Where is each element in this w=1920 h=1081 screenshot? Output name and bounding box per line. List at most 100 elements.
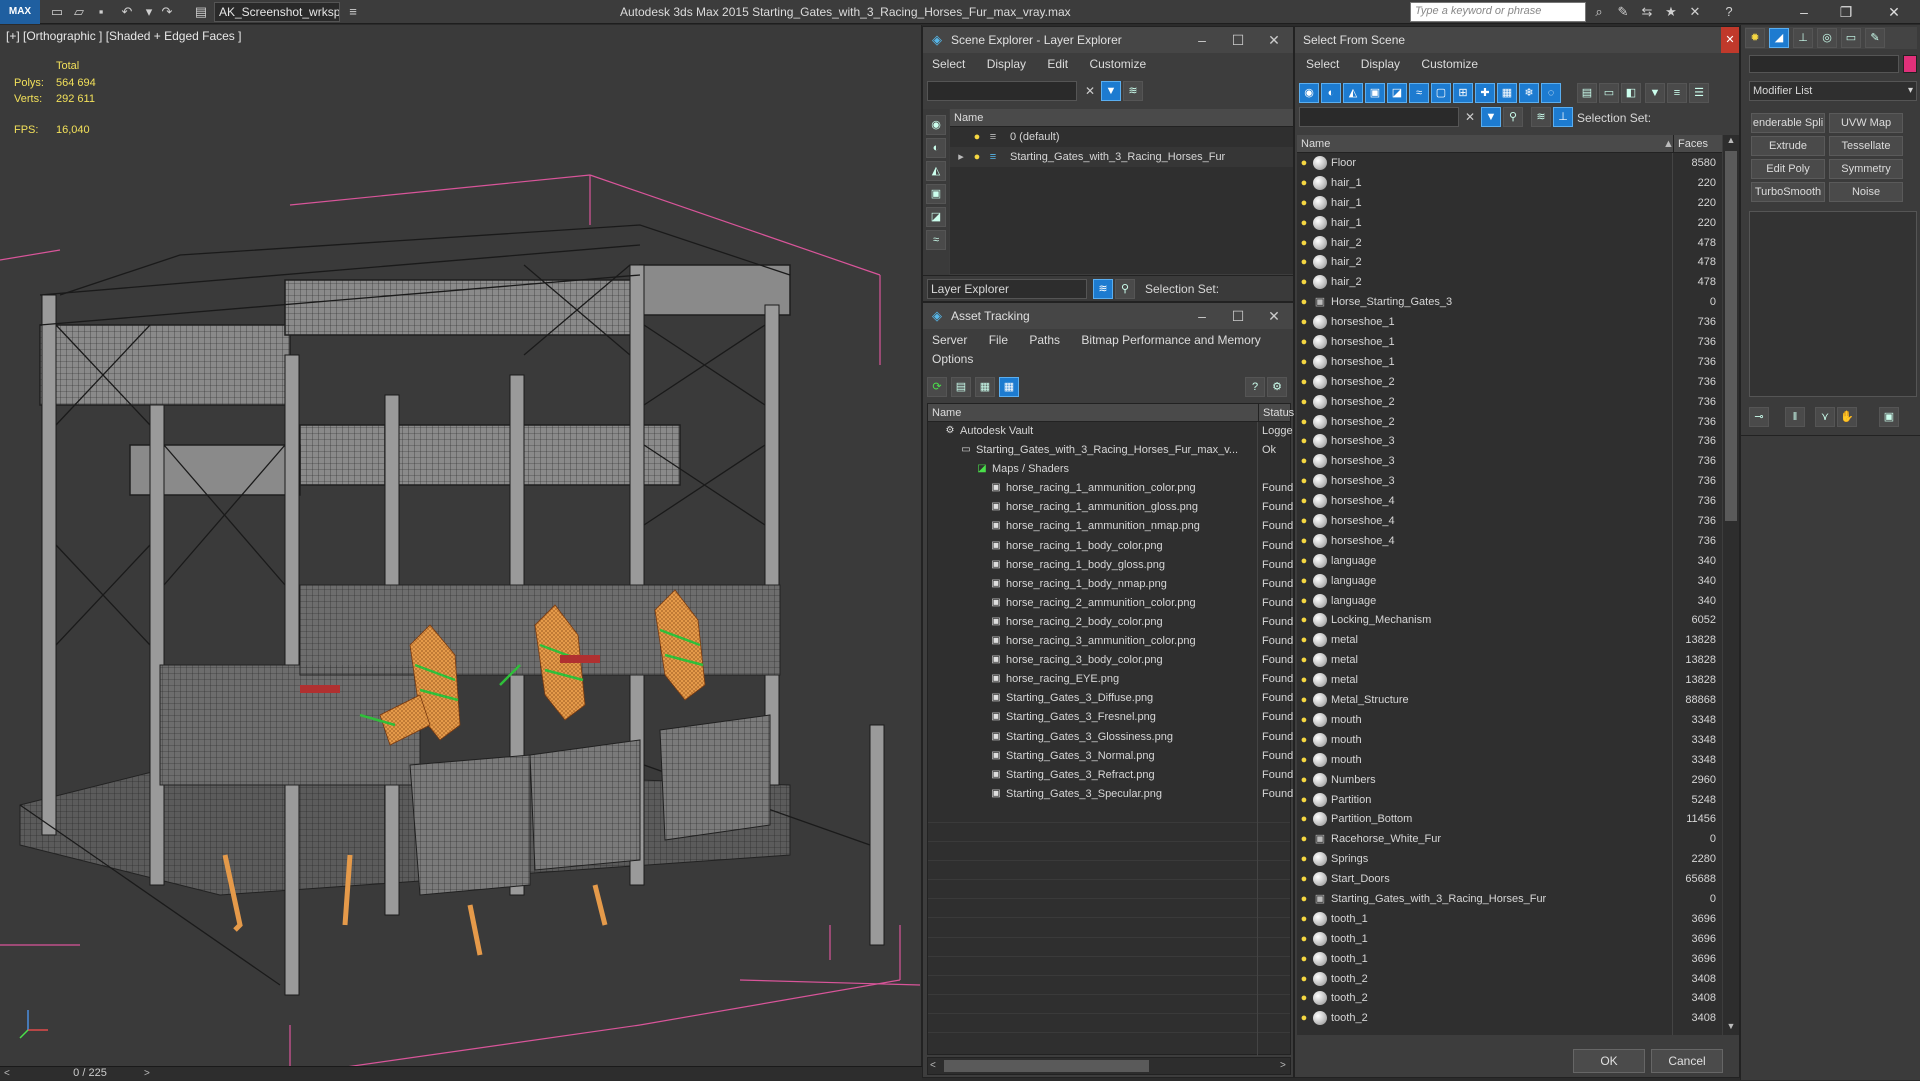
viewport-orthographic[interactable]: [+] [Orthographic ] [Shaded + Edged Face… bbox=[0, 25, 922, 1066]
light-bulb-icon[interactable]: ● bbox=[1299, 255, 1309, 269]
asset-name-column-header[interactable]: Name bbox=[932, 404, 961, 422]
refresh-icon[interactable]: ⟳ bbox=[927, 377, 947, 397]
object-row[interactable]: ● Partition 5248 bbox=[1297, 790, 1722, 810]
object-row[interactable]: ● horseshoe_2 736 bbox=[1297, 372, 1722, 392]
light-bulb-icon[interactable]: ● bbox=[1299, 852, 1309, 866]
asset-row[interactable]: ▣ horse_racing_3_ammunition_color.png Foun… bbox=[928, 632, 1293, 651]
light-bulb-icon[interactable]: ● bbox=[1299, 991, 1309, 1005]
object-row[interactable]: ● horseshoe_2 736 bbox=[1297, 392, 1722, 412]
light-bulb-icon[interactable]: ● bbox=[1299, 534, 1309, 548]
menu-select[interactable]: Select bbox=[1297, 57, 1348, 71]
object-row[interactable]: ● language 340 bbox=[1297, 551, 1722, 571]
scroll-up-icon[interactable]: ▲ bbox=[1723, 135, 1739, 149]
object-row[interactable]: ● metal 13828 bbox=[1297, 650, 1722, 670]
object-row[interactable]: ● tooth_1 3696 bbox=[1297, 909, 1722, 929]
object-row[interactable]: ● Springs 2280 bbox=[1297, 849, 1722, 869]
light-bulb-icon[interactable]: ● bbox=[1299, 812, 1309, 826]
modifier-noise-button[interactable]: Noise bbox=[1829, 182, 1903, 202]
layer-name-column-header[interactable]: Name bbox=[950, 109, 1293, 127]
light-bulb-icon[interactable]: ● bbox=[1299, 415, 1309, 429]
display-cameras-icon[interactable]: ▣ bbox=[926, 184, 946, 204]
menu-display[interactable]: Display bbox=[1352, 57, 1409, 71]
light-bulb-icon[interactable]: ● bbox=[1299, 713, 1309, 727]
create-tab-icon[interactable]: ✹ bbox=[1745, 28, 1765, 48]
menu-select[interactable]: Select bbox=[923, 57, 974, 71]
object-row[interactable]: ● tooth_1 3696 bbox=[1297, 929, 1722, 949]
display-spacewarps-icon[interactable]: ≈ bbox=[1409, 83, 1429, 103]
cancel-button[interactable]: Cancel bbox=[1651, 1049, 1723, 1073]
menu-options[interactable]: Options bbox=[923, 352, 982, 366]
maximize-icon[interactable]: ☐ bbox=[1221, 27, 1255, 53]
asset-row[interactable]: ▣ horse_racing_1_body_color.png Found bbox=[928, 537, 1293, 556]
asset-row[interactable]: ⚙ Autodesk Vault Logge bbox=[928, 422, 1293, 441]
keyword-search-input[interactable]: Type a keyword or phrase bbox=[1410, 2, 1586, 22]
workspace-menu-icon[interactable]: ≡ bbox=[344, 3, 362, 21]
light-bulb-icon[interactable]: ● bbox=[1299, 872, 1309, 886]
asset-row[interactable]: ▣ Starting_Gates_3_Diffuse.png Found bbox=[928, 689, 1293, 708]
display-invert-icon[interactable]: ◧ bbox=[1621, 83, 1641, 103]
asset-row[interactable]: ▣ Starting_Gates_3_Glossiness.png Found bbox=[928, 728, 1293, 747]
light-bulb-icon[interactable]: ● bbox=[1299, 574, 1309, 588]
display-bones-icon[interactable]: ✚ bbox=[1475, 83, 1495, 103]
clear-search-icon[interactable]: ✕ bbox=[1081, 81, 1099, 101]
object-row[interactable]: ● hair_1 220 bbox=[1297, 193, 1722, 213]
modifier-stack[interactable] bbox=[1749, 211, 1917, 397]
filter-toggle-icon[interactable]: ▼ bbox=[1481, 107, 1501, 127]
object-row[interactable]: ● Start_Doors 65688 bbox=[1297, 869, 1722, 889]
maximize-icon[interactable]: ☐ bbox=[1221, 303, 1255, 329]
light-bulb-icon[interactable]: ● bbox=[1299, 176, 1309, 190]
more-options-icon[interactable]: ☰ bbox=[1689, 83, 1709, 103]
display-helpers-icon[interactable]: ◪ bbox=[1387, 83, 1407, 103]
light-bulb-icon[interactable]: ● bbox=[1299, 733, 1309, 747]
light-bulb-icon[interactable]: ● bbox=[1299, 395, 1309, 409]
object-row[interactable]: ● language 340 bbox=[1297, 571, 1722, 591]
light-bulb-icon[interactable]: ● bbox=[1299, 753, 1309, 767]
asset-row[interactable]: ▣ Starting_Gates_3_Specular.png Found bbox=[928, 785, 1293, 804]
timeline-prev-icon[interactable]: < bbox=[4, 1067, 10, 1081]
help-icon[interactable]: ? bbox=[1720, 3, 1738, 21]
asset-row[interactable]: ▣ Starting_Gates_3_Normal.png Found bbox=[928, 747, 1293, 766]
undo-icon[interactable]: ↶ bbox=[118, 3, 136, 21]
hierarchy-icon[interactable]: ⚲ bbox=[1503, 107, 1523, 127]
menu-paths[interactable]: Paths bbox=[1020, 333, 1069, 347]
app-logo-icon[interactable]: MAX bbox=[0, 0, 40, 24]
asset-tracking-titlebar[interactable]: ◈ Asset Tracking – ☐ ✕ bbox=[923, 303, 1293, 329]
binoculars-icon[interactable]: ⌕ bbox=[1590, 3, 1608, 21]
display-frozen-icon[interactable]: ❄ bbox=[1519, 83, 1539, 103]
object-row[interactable]: ● hair_1 220 bbox=[1297, 213, 1722, 233]
filter-options-icon[interactable]: ≡ bbox=[1667, 83, 1687, 103]
scroll-down-icon[interactable]: ▼ bbox=[1723, 1021, 1739, 1035]
object-row[interactable]: ● Floor 8580 bbox=[1297, 153, 1722, 173]
object-name-input[interactable] bbox=[1749, 55, 1899, 73]
object-row[interactable]: ● ▣ Starting_Gates_with_3_Racing_Horses_Fu… bbox=[1297, 889, 1722, 909]
object-row[interactable]: ● hair_2 478 bbox=[1297, 233, 1722, 253]
menu-server[interactable]: Server bbox=[923, 333, 976, 347]
list-view-icon[interactable]: ▤ bbox=[951, 377, 971, 397]
select-from-scene-titlebar[interactable]: Select From Scene ✕ bbox=[1295, 27, 1739, 53]
object-row[interactable]: ● horseshoe_4 736 bbox=[1297, 491, 1722, 511]
utilities-tab-icon[interactable]: ✎ bbox=[1865, 28, 1885, 48]
light-bulb-icon[interactable]: ● bbox=[1299, 355, 1309, 369]
asset-row[interactable]: ▣ horse_racing_3_body_color.png Found bbox=[928, 651, 1293, 670]
light-bulb-icon[interactable]: ● bbox=[1299, 594, 1309, 608]
asset-row[interactable]: ◪ Maps / Shaders bbox=[928, 460, 1290, 479]
tools-icon[interactable]: ✎ bbox=[1614, 3, 1632, 21]
modify-tab-icon[interactable]: ◢ bbox=[1769, 28, 1789, 48]
new-file-icon[interactable]: ▭ bbox=[48, 3, 66, 21]
light-bulb-icon[interactable]: ● bbox=[1299, 932, 1309, 946]
display-hidden-icon[interactable]: ◌ bbox=[1541, 83, 1561, 103]
asset-status-column-header[interactable]: Status bbox=[1258, 404, 1294, 422]
object-row[interactable]: ● horseshoe_1 736 bbox=[1297, 352, 1722, 372]
explorer-type-dropdown[interactable]: Layer Explorer bbox=[927, 279, 1087, 299]
object-row[interactable]: ● tooth_2 3408 bbox=[1297, 969, 1722, 989]
ok-button[interactable]: OK bbox=[1573, 1049, 1645, 1073]
asset-row[interactable]: ▣ horse_racing_1_body_gloss.png Found bbox=[928, 556, 1293, 575]
light-bulb-icon[interactable]: ● bbox=[1299, 832, 1309, 846]
layer-row[interactable]: ● ≡ 0 (default) bbox=[950, 127, 1293, 147]
scroll-left-icon[interactable]: < bbox=[930, 1058, 936, 1074]
light-bulb-icon[interactable]: ● bbox=[1299, 693, 1309, 707]
display-none-icon[interactable]: ▭ bbox=[1599, 83, 1619, 103]
object-name-column-header[interactable]: Name bbox=[1301, 135, 1330, 153]
menu-customize[interactable]: Customize bbox=[1080, 57, 1155, 71]
filter-icon[interactable]: ▼ bbox=[1101, 81, 1121, 101]
